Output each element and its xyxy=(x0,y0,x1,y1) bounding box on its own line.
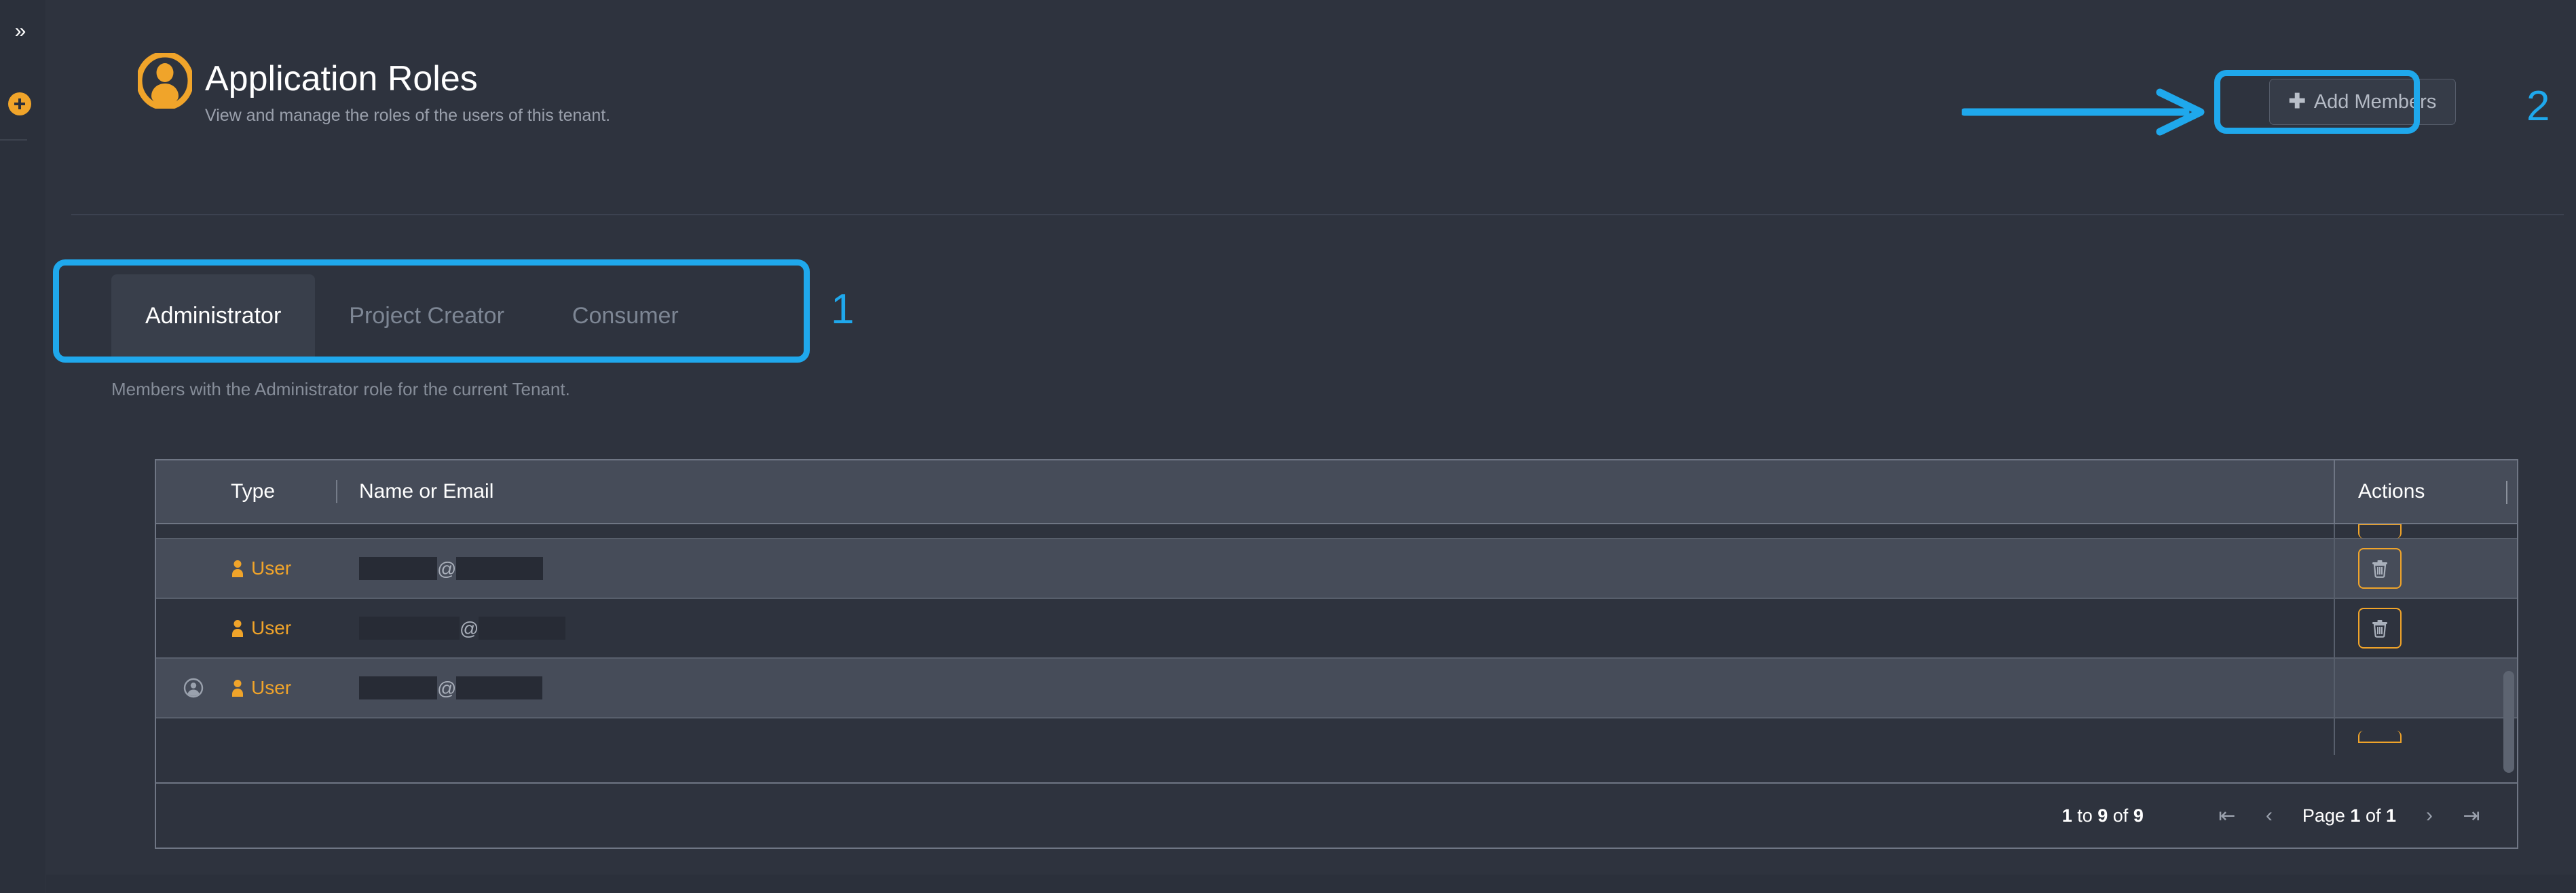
redaction-block xyxy=(479,617,566,640)
redaction-block xyxy=(359,676,437,699)
row-type-cell: User xyxy=(231,558,337,579)
user-icon xyxy=(232,680,243,697)
tab-consumer[interactable]: Consumer xyxy=(538,274,713,357)
user-icon xyxy=(232,560,243,577)
row-type-label: User xyxy=(251,677,292,698)
tab-administrator-label: Administrator xyxy=(145,302,282,329)
row-actions-cell xyxy=(2334,659,2517,717)
delete-member-button[interactable] xyxy=(2358,608,2402,649)
prev-page-button[interactable]: ‹ xyxy=(2248,795,2290,837)
redaction-block xyxy=(456,676,543,699)
user-icon xyxy=(232,620,243,637)
page-indicator: Page 1 of 1 xyxy=(2302,805,2396,826)
account-circle-icon xyxy=(183,678,204,698)
row-actions-cell xyxy=(2334,524,2517,539)
column-header-actions[interactable]: Actions xyxy=(2334,460,2517,523)
row-type-label: User xyxy=(251,617,292,638)
at-symbol: @ xyxy=(437,678,457,699)
left-rail: » xyxy=(0,0,45,893)
table-row[interactable] xyxy=(156,718,2517,755)
app-root: » Application Roles View and manage the … xyxy=(0,0,2576,893)
at-symbol: @ xyxy=(460,618,479,639)
table-header-row: Type Name or Email Actions xyxy=(156,460,2517,524)
tab-description: Members with the Administrator role for … xyxy=(111,379,570,399)
last-page-button[interactable]: ⇥ xyxy=(2450,795,2493,837)
redacted-email: @ xyxy=(359,617,566,640)
row-actions-cell xyxy=(2334,539,2517,598)
redaction-block xyxy=(359,557,437,580)
add-members-label: Add Members xyxy=(2313,90,2437,113)
table-vertical-scrollbar[interactable] xyxy=(2503,671,2514,773)
redaction-block xyxy=(456,557,544,580)
delete-member-button[interactable] xyxy=(2358,731,2402,743)
redaction-block xyxy=(359,617,460,640)
plus-icon: ✚ xyxy=(2288,90,2306,113)
tab-project-creator[interactable]: Project Creator xyxy=(315,274,538,357)
page-subtitle: View and manage the roles of the users o… xyxy=(205,106,611,125)
column-header-name-or-email[interactable]: Name or Email xyxy=(337,460,2334,523)
first-page-button[interactable]: ⇤ xyxy=(2206,795,2248,837)
tab-underline xyxy=(111,356,2487,357)
column-resize-handle-actions[interactable] xyxy=(2506,481,2507,504)
add-members-button[interactable]: ✚ Add Members xyxy=(2269,79,2456,125)
annotation-arrow xyxy=(1962,88,2205,136)
row-name-cell: @ xyxy=(337,676,2334,699)
trash-icon xyxy=(2372,560,2387,578)
tab-administrator[interactable]: Administrator xyxy=(111,274,316,357)
row-actions-cell xyxy=(2334,599,2517,657)
trash-icon xyxy=(2372,620,2387,638)
pagination-summary: 1 to 9 of 9 xyxy=(2061,805,2144,826)
rail-divider xyxy=(0,139,27,141)
tab-consumer-label: Consumer xyxy=(572,302,679,329)
redacted-email: @ xyxy=(359,557,544,580)
table-row[interactable]: User @ xyxy=(156,539,2517,599)
table-row[interactable]: User @ xyxy=(156,599,2517,659)
row-avatar-cell xyxy=(156,678,231,698)
table-row[interactable]: User @ xyxy=(156,659,2517,718)
role-tabs: Administrator Project Creator Consumer xyxy=(111,274,713,357)
row-type-label: User xyxy=(251,558,292,579)
header-divider xyxy=(71,214,2564,215)
page-title: Application Roles xyxy=(205,59,478,98)
add-button-rail[interactable] xyxy=(8,92,31,115)
row-name-cell: @ xyxy=(337,557,2334,580)
delete-member-button[interactable] xyxy=(2358,524,2402,539)
row-actions-cell xyxy=(2334,718,2517,755)
delete-member-button[interactable] xyxy=(2358,548,2402,589)
row-type-cell: User xyxy=(231,677,337,699)
redacted-email: @ xyxy=(359,676,543,699)
plus-icon xyxy=(14,98,25,109)
members-table: Type Name or Email Actions User @ User @… xyxy=(155,459,2518,849)
annotation-number-1: 1 xyxy=(831,286,855,333)
row-type-cell: User xyxy=(231,617,337,639)
pagination-bar: 1 to 9 of 9 ⇤ ‹ Page 1 of 1 › ⇥ xyxy=(156,782,2517,848)
expand-sidebar-icon[interactable]: » xyxy=(4,19,35,43)
row-name-cell: @ xyxy=(337,617,2334,640)
table-row[interactable] xyxy=(156,524,2517,539)
next-page-button[interactable]: › xyxy=(2408,795,2450,837)
column-header-type[interactable]: Type xyxy=(156,460,336,523)
annotation-number-2: 2 xyxy=(2526,83,2550,130)
user-avatar-icon xyxy=(138,53,192,109)
tab-project-creator-label: Project Creator xyxy=(349,302,504,329)
at-symbol: @ xyxy=(437,558,457,579)
